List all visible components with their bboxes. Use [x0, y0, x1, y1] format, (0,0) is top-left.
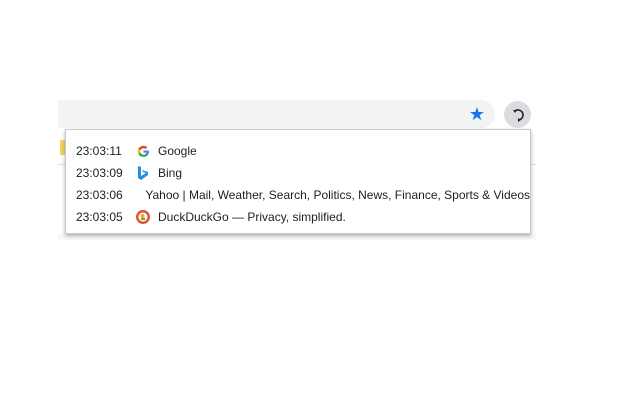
recent-history-popup: 23:03:11 Google 23:03:09 Bing 23:03:06 Y…: [65, 129, 531, 234]
visit-time: 23:03:11: [76, 144, 122, 158]
history-item-duckduckgo[interactable]: 23:03:05 DuckDuckGo — Privacy, simplifie…: [66, 206, 530, 228]
visit-time: 23:03:05: [76, 210, 123, 224]
history-item-bing[interactable]: 23:03:09 Bing: [66, 162, 530, 184]
undo-arrow-icon: [512, 108, 524, 122]
duckduckgo-icon: [136, 210, 150, 224]
bing-icon: [136, 166, 150, 180]
visit-time: 23:03:09: [76, 166, 123, 180]
page-strip: [58, 234, 536, 240]
google-icon: [136, 144, 150, 158]
history-item-yahoo[interactable]: 23:03:06 Yahoo | Mail, Weather, Search, …: [66, 184, 530, 206]
page-title: DuckDuckGo — Privacy, simplified.: [158, 210, 346, 224]
page-title: Google: [158, 144, 197, 158]
page-title: Bing: [158, 166, 183, 180]
blank-favicon: [126, 188, 138, 202]
bookmark-star-icon[interactable]: ★: [467, 104, 487, 124]
visit-time: 23:03:06: [76, 188, 123, 202]
page-title: Yahoo | Mail, Weather, Search, Politics,…: [145, 188, 530, 202]
history-extension-button[interactable]: [504, 101, 531, 128]
history-item-google[interactable]: 23:03:11 Google: [66, 140, 530, 162]
address-bar[interactable]: [58, 100, 495, 128]
